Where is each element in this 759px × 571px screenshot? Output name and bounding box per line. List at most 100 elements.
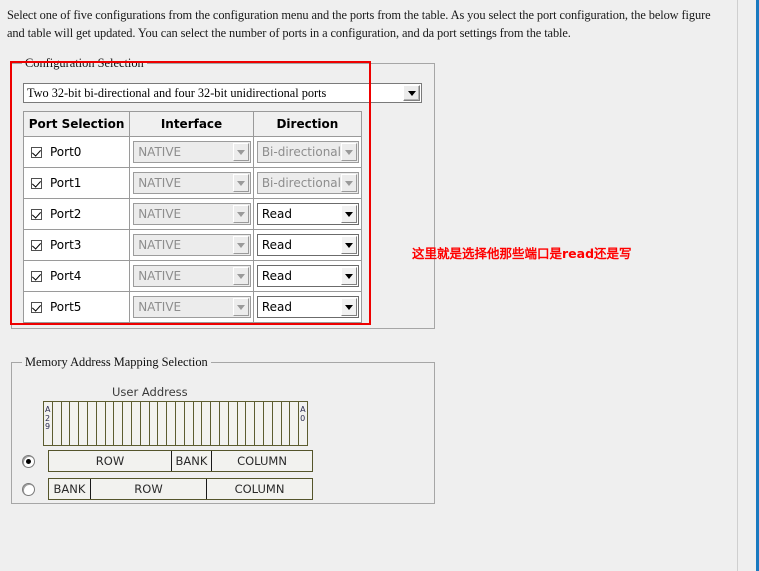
cell-direction: Bi-directional <box>252 136 363 168</box>
table-row: Port1 NATIVE Bi-directional <box>22 167 363 199</box>
address-bit-cell <box>123 402 132 445</box>
direction-dropdown: Bi-directional <box>256 141 359 163</box>
address-bit-cell <box>237 402 247 445</box>
address-bit-cell <box>211 402 220 445</box>
cell-direction: Bi-directional <box>252 167 363 199</box>
mapping-segments-1: ROW BANK COLUMN <box>48 450 313 472</box>
user-address-label: User Address <box>112 385 188 399</box>
configuration-dropdown-value: Two 32-bit bi-directional and four 32-bi… <box>27 85 327 100</box>
address-bit-cell <box>228 402 238 445</box>
checkbox-port3[interactable] <box>31 239 42 251</box>
instructions-paragraph: Select one of five configurations from t… <box>7 8 714 40</box>
address-bit-cell <box>219 402 229 445</box>
chevron-down-icon[interactable] <box>341 236 357 254</box>
address-bit-cell: A0 <box>299 402 307 445</box>
address-bit-cell <box>246 402 256 445</box>
cell-interface: NATIVE <box>129 167 254 199</box>
address-bit-cell <box>149 402 159 445</box>
direction-value: Read <box>261 207 292 221</box>
address-bit-cell <box>263 402 273 445</box>
address-bit-cell: A29 <box>44 402 53 445</box>
chevron-down-icon[interactable] <box>341 267 357 285</box>
address-bit-cell <box>184 402 194 445</box>
direction-value: Read <box>261 300 292 314</box>
cell-port-selection: Port3 <box>22 229 131 261</box>
direction-dropdown[interactable]: Read <box>256 234 359 256</box>
cell-port-selection: Port5 <box>22 291 131 323</box>
interface-dropdown: NATIVE <box>133 203 251 225</box>
mapping-option-row-2[interactable]: BANK ROW COLUMN <box>22 477 313 501</box>
checkbox-port1[interactable] <box>31 177 42 189</box>
address-bit-cell <box>105 402 115 445</box>
interface-value: NATIVE <box>138 145 182 159</box>
segment-row: ROW <box>49 451 172 471</box>
cell-direction: Read <box>252 291 363 323</box>
address-bit-cell <box>175 402 185 445</box>
memory-address-mapping-group: Memory Address Mapping Selection User Ad… <box>11 355 435 504</box>
direction-dropdown[interactable]: Read <box>256 296 359 318</box>
address-bit-cell <box>272 402 282 445</box>
mapping-option-row-1[interactable]: ROW BANK COLUMN <box>22 449 313 473</box>
radio-mapping-row-bank-column[interactable] <box>22 454 35 468</box>
address-bit-cell <box>158 402 168 445</box>
address-msb-label: A29 <box>45 405 51 431</box>
address-bit-cell <box>114 402 124 445</box>
radio-mapping-bank-row-column[interactable] <box>22 482 35 496</box>
address-lsb-label: A0 <box>300 405 306 423</box>
chevron-down-icon <box>232 205 249 223</box>
chevron-down-icon <box>341 143 357 161</box>
table-row: Port0 NATIVE Bi-directional <box>22 136 363 168</box>
cell-direction: Read <box>252 198 363 230</box>
address-bit-cell <box>167 402 176 445</box>
checkbox-port2[interactable] <box>31 208 42 220</box>
cell-port-selection: Port1 <box>22 167 131 199</box>
cell-direction: Read <box>252 229 363 261</box>
memory-address-mapping-title: Memory Address Mapping Selection <box>22 355 211 370</box>
address-bit-cell <box>140 402 150 445</box>
cell-port-selection: Port2 <box>22 198 131 230</box>
address-bit-cell <box>255 402 264 445</box>
chevron-down-icon <box>232 267 249 285</box>
content-pane: Select one of five configurations from t… <box>0 0 738 571</box>
direction-dropdown: Bi-directional <box>256 172 359 194</box>
port-label: Port5 <box>50 300 82 314</box>
direction-dropdown[interactable]: Read <box>256 203 359 225</box>
chevron-down-icon <box>232 174 249 192</box>
direction-dropdown[interactable]: Read <box>256 265 359 287</box>
segment-row: ROW <box>91 479 207 499</box>
table-header-row: Port Selection Interface Direction <box>22 111 363 137</box>
cell-interface: NATIVE <box>129 229 254 261</box>
chevron-down-icon[interactable] <box>403 85 420 101</box>
annotation-label: 这里就是选择他那些端口是read还是写 <box>412 246 632 261</box>
port-label: Port2 <box>50 207 82 221</box>
chevron-down-icon <box>232 143 249 161</box>
interface-dropdown: NATIVE <box>133 141 251 163</box>
port-settings-table: Port Selection Interface Direction Port0… <box>22 111 363 323</box>
checkbox-port0[interactable] <box>31 146 42 158</box>
configuration-dropdown[interactable]: Two 32-bit bi-directional and four 32-bi… <box>23 83 422 103</box>
chevron-down-icon <box>341 174 357 192</box>
configuration-selection-title: Configuration Selection <box>22 56 147 71</box>
interface-value: NATIVE <box>138 176 182 190</box>
checkbox-port4[interactable] <box>31 270 42 282</box>
interface-dropdown: NATIVE <box>133 172 251 194</box>
address-bit-cell <box>96 402 106 445</box>
address-bit-cell <box>61 402 71 445</box>
address-bit-cell <box>193 402 203 445</box>
user-address-bit-bar: A29 A0 <box>43 401 308 446</box>
chevron-down-icon[interactable] <box>341 298 357 316</box>
port-label: Port4 <box>50 269 82 283</box>
segment-column: COLUMN <box>212 451 312 471</box>
column-header-port-selection: Port Selection <box>22 111 131 137</box>
interface-dropdown: NATIVE <box>133 234 251 256</box>
cell-interface: NATIVE <box>129 136 254 168</box>
window-right-edge <box>738 0 759 571</box>
address-bit-cell <box>202 402 212 445</box>
cell-interface: NATIVE <box>129 198 254 230</box>
table-row: Port3 NATIVE Read <box>22 229 363 261</box>
chevron-down-icon[interactable] <box>341 205 357 223</box>
table-row: Port4 NATIVE Read <box>22 260 363 292</box>
interface-value: NATIVE <box>138 238 182 252</box>
checkbox-port5[interactable] <box>31 301 42 313</box>
interface-value: NATIVE <box>138 207 182 221</box>
